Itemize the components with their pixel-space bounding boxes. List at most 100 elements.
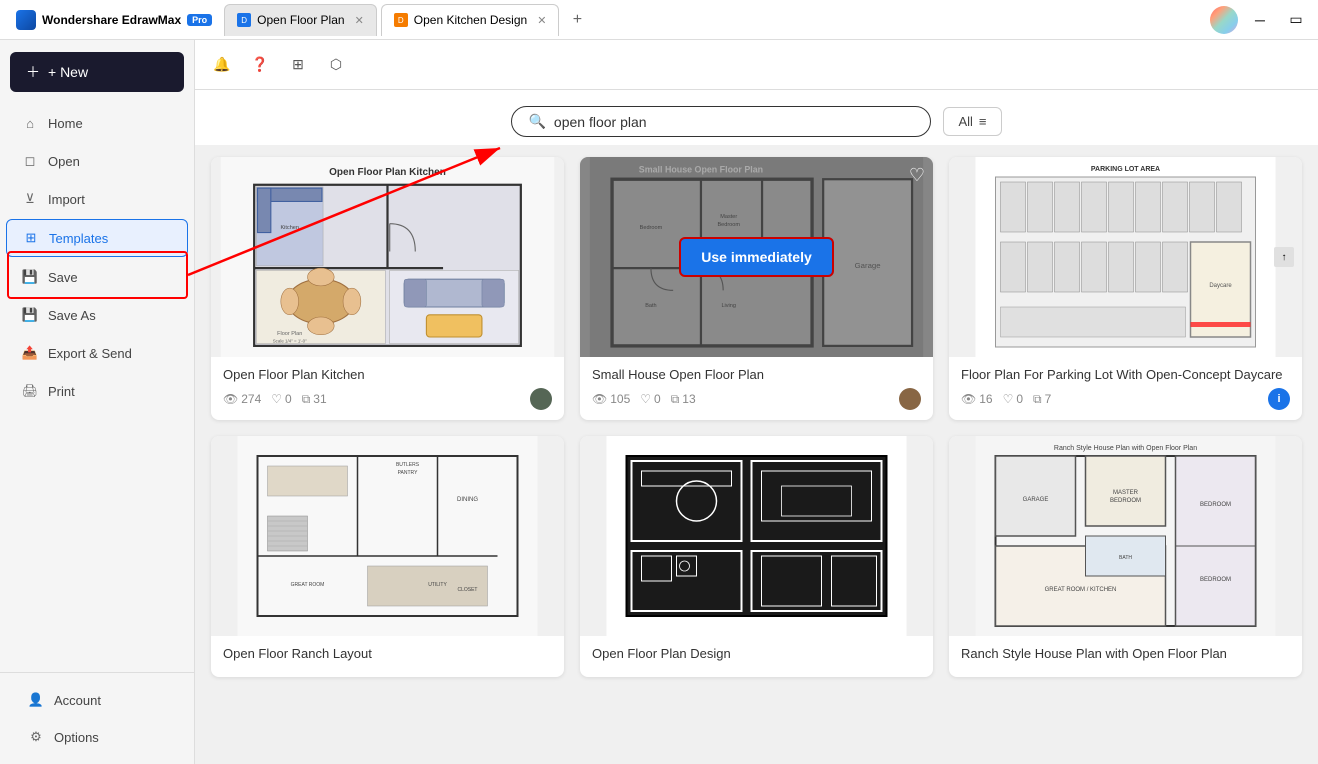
- views-count-3: 16: [979, 392, 992, 406]
- card-badge-3: i: [1268, 388, 1290, 410]
- card-info-2: Small House Open Floor Plan 👁 105 ♡ 0 ⧉: [580, 357, 933, 420]
- sidebar-print-label: Print: [48, 384, 75, 399]
- sidebar-item-options[interactable]: ⚙ Options: [12, 719, 182, 755]
- likes-1: ♡ 0: [271, 392, 291, 406]
- sidebar-save-as-label: Save As: [48, 308, 96, 323]
- print-icon: 🖨: [22, 383, 38, 399]
- app-brand: Wondershare EdrawMax Pro: [8, 6, 220, 34]
- card-info-6: Ranch Style House Plan with Open Floor P…: [949, 636, 1302, 677]
- tab2-icon: D: [394, 13, 408, 27]
- heart-icon-1: ♡: [271, 392, 282, 406]
- template-card-2[interactable]: Small House Open Floor Plan Garage Bedro…: [580, 157, 933, 420]
- sidebar-item-print[interactable]: 🖨 Print: [6, 373, 188, 409]
- sidebar-item-import[interactable]: ⊻ Import: [6, 181, 188, 217]
- card-stats-1: 👁 274 ♡ 0 ⧉ 31: [223, 388, 552, 410]
- avatar[interactable]: [1210, 6, 1238, 34]
- card-avatar-1: [530, 388, 552, 410]
- views-count-1: 274: [241, 392, 261, 406]
- maximize-button[interactable]: ▭: [1282, 6, 1310, 34]
- overlay-heart-icon[interactable]: ♡: [909, 165, 925, 186]
- tab2-close[interactable]: ✕: [537, 14, 546, 27]
- filter-list-icon: ≡: [979, 114, 987, 129]
- export-icon: 📤: [22, 345, 38, 361]
- floor-plan-4-svg: KITCHEN BUTLERS PANTRY DINING: [211, 436, 564, 636]
- copies-2: ⧉ 13: [671, 392, 696, 407]
- template-card-3[interactable]: PARKING LOT AREA: [949, 157, 1302, 420]
- tab1-close[interactable]: ✕: [355, 14, 364, 27]
- help-icon[interactable]: ❓: [245, 50, 275, 80]
- copies-count-2: 13: [682, 392, 695, 406]
- svg-text:GARAGE: GARAGE: [1023, 497, 1049, 503]
- floor-plan-3-svg: PARKING LOT AREA: [949, 157, 1302, 357]
- title-actions: ─ ▭: [1210, 6, 1310, 34]
- grid-icon[interactable]: ⊞: [283, 50, 313, 80]
- eye-icon-1: 👁: [223, 392, 238, 406]
- copies-3: ⧉ 7: [1033, 392, 1051, 407]
- template-card-4[interactable]: KITCHEN BUTLERS PANTRY DINING: [211, 436, 564, 677]
- copies-1: ⧉ 31: [302, 392, 327, 407]
- search-area: 🔍 All ≡: [195, 90, 1318, 145]
- template-card-5[interactable]: Open Floor Plan Design: [580, 436, 933, 677]
- share-icon[interactable]: ⬡: [321, 50, 351, 80]
- main-layout: ＋ + New ⌂ Home ◻ Open ⊻ Import ⊞ Templat…: [0, 40, 1318, 764]
- svg-text:BEDROOM: BEDROOM: [1200, 577, 1231, 583]
- pro-badge: Pro: [187, 14, 212, 26]
- svg-text:Ranch Style House Plan with Op: Ranch Style House Plan with Open Floor P…: [1054, 445, 1197, 452]
- likes-count-3: 0: [1016, 392, 1023, 406]
- eye-icon-2: 👁: [592, 392, 607, 406]
- sidebar-item-save[interactable]: 💾 Save: [6, 259, 188, 295]
- copy-icon-1: ⧉: [302, 392, 311, 407]
- tab-open-kitchen-design[interactable]: D Open Kitchen Design ✕: [381, 4, 560, 36]
- card-img-5: [580, 436, 933, 636]
- card-info-3: Floor Plan For Parking Lot With Open-Con…: [949, 357, 1302, 420]
- svg-text:BATH: BATH: [1119, 555, 1132, 561]
- search-box: 🔍: [511, 106, 931, 137]
- card-info-4: Open Floor Ranch Layout: [211, 636, 564, 677]
- copy-icon-3: ⧉: [1033, 392, 1042, 407]
- minimize-button[interactable]: ─: [1246, 6, 1274, 34]
- new-icon: ＋: [26, 62, 40, 82]
- sidebar-export-label: Export & Send: [48, 346, 132, 361]
- svg-text:PANTRY: PANTRY: [398, 470, 418, 476]
- template-card-6[interactable]: Ranch Style House Plan with Open Floor P…: [949, 436, 1302, 677]
- scroll-to-top-button[interactable]: ↑: [1274, 247, 1294, 267]
- templates-icon: ⊞: [23, 230, 39, 246]
- svg-text:Open Floor Plan Kitchen: Open Floor Plan Kitchen: [329, 167, 446, 178]
- templates-grid: Open Floor Plan Kitchen Kitchen: [195, 145, 1318, 764]
- sidebar-item-open[interactable]: ◻ Open: [6, 143, 188, 179]
- search-icon: 🔍: [528, 113, 545, 130]
- template-card-1[interactable]: Open Floor Plan Kitchen Kitchen: [211, 157, 564, 420]
- sidebar-item-save-as[interactable]: 💾 Save As: [6, 297, 188, 333]
- svg-text:BEDROOM: BEDROOM: [1110, 498, 1141, 504]
- tab1-label: Open Floor Plan: [257, 13, 344, 27]
- home-icon: ⌂: [22, 115, 38, 131]
- sidebar-item-home[interactable]: ⌂ Home: [6, 105, 188, 141]
- tab-open-floor-plan[interactable]: D Open Floor Plan ✕: [224, 4, 377, 36]
- floor-plan-1-svg: Open Floor Plan Kitchen Kitchen: [211, 157, 564, 357]
- copies-count-3: 7: [1045, 392, 1052, 406]
- new-button[interactable]: ＋ + New: [10, 52, 184, 92]
- use-immediately-button[interactable]: Use immediately: [679, 237, 834, 277]
- right-panel: 🔔 ❓ ⊞ ⬡ 🔍 All ≡: [195, 40, 1318, 764]
- open-icon: ◻: [22, 153, 38, 169]
- bell-icon[interactable]: 🔔: [207, 50, 237, 80]
- title-bar: Wondershare EdrawMax Pro D Open Floor Pl…: [0, 0, 1318, 40]
- copies-count-1: 31: [313, 392, 326, 406]
- sidebar-item-account[interactable]: 👤 Account: [12, 682, 182, 718]
- account-icon: 👤: [28, 692, 44, 708]
- svg-text:PARKING LOT AREA: PARKING LOT AREA: [1091, 166, 1160, 173]
- sidebar-item-export[interactable]: 📤 Export & Send: [6, 335, 188, 371]
- svg-text:MASTER: MASTER: [1113, 490, 1139, 496]
- sidebar-account-label: Account: [54, 693, 101, 708]
- card-img-1: Open Floor Plan Kitchen Kitchen: [211, 157, 564, 357]
- floor-plan-5-svg: [580, 436, 933, 636]
- sidebar-item-templates[interactable]: ⊞ Templates: [6, 219, 188, 257]
- svg-text:Kitchen: Kitchen: [280, 225, 299, 231]
- new-label: + New: [48, 64, 88, 80]
- svg-text:GREAT ROOM: GREAT ROOM: [291, 582, 325, 588]
- search-input[interactable]: [554, 114, 915, 130]
- card-title-2: Small House Open Floor Plan: [592, 367, 921, 382]
- filter-button[interactable]: All ≡: [943, 107, 1001, 136]
- add-tab-button[interactable]: +: [563, 6, 591, 34]
- svg-text:DINING: DINING: [457, 497, 478, 503]
